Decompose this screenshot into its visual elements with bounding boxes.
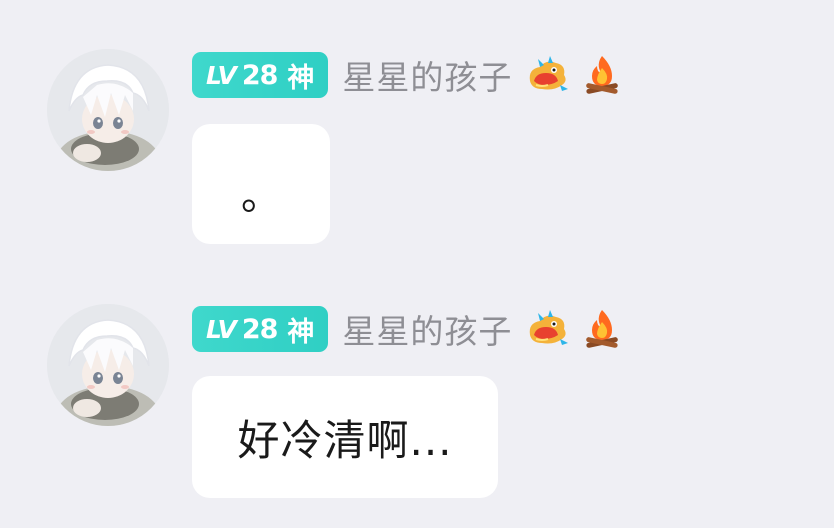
level-number: 28 bbox=[241, 313, 279, 345]
avatar-image bbox=[47, 49, 169, 171]
dragon-icon bbox=[524, 309, 570, 349]
level-prefix: LV bbox=[206, 60, 237, 90]
dragon-icon bbox=[524, 55, 570, 95]
level-badge[interactable]: LV 28 神 bbox=[192, 306, 329, 352]
avatar[interactable] bbox=[47, 49, 169, 171]
level-rank: 神 bbox=[287, 316, 315, 348]
level-prefix: LV bbox=[206, 314, 237, 344]
message-text: 。 bbox=[241, 173, 281, 219]
campfire-icon bbox=[582, 308, 622, 350]
message-text: 好冷清啊... bbox=[237, 415, 453, 465]
avatar[interactable] bbox=[47, 304, 169, 426]
level-badge[interactable]: LV 28 神 bbox=[192, 52, 329, 98]
message-bubble[interactable]: 好冷清啊... bbox=[192, 376, 498, 498]
level-rank: 神 bbox=[287, 62, 315, 94]
avatar-image bbox=[47, 304, 169, 426]
level-number: 28 bbox=[241, 59, 279, 91]
username[interactable]: 星星的孩子 bbox=[342, 305, 512, 353]
message-header: LV 28 神 星星的孩子 bbox=[192, 306, 622, 352]
message-header: LV 28 神 星星的孩子 bbox=[192, 52, 622, 98]
username[interactable]: 星星的孩子 bbox=[342, 51, 512, 99]
campfire-icon bbox=[582, 54, 622, 96]
message-bubble[interactable]: 。 bbox=[192, 124, 330, 244]
